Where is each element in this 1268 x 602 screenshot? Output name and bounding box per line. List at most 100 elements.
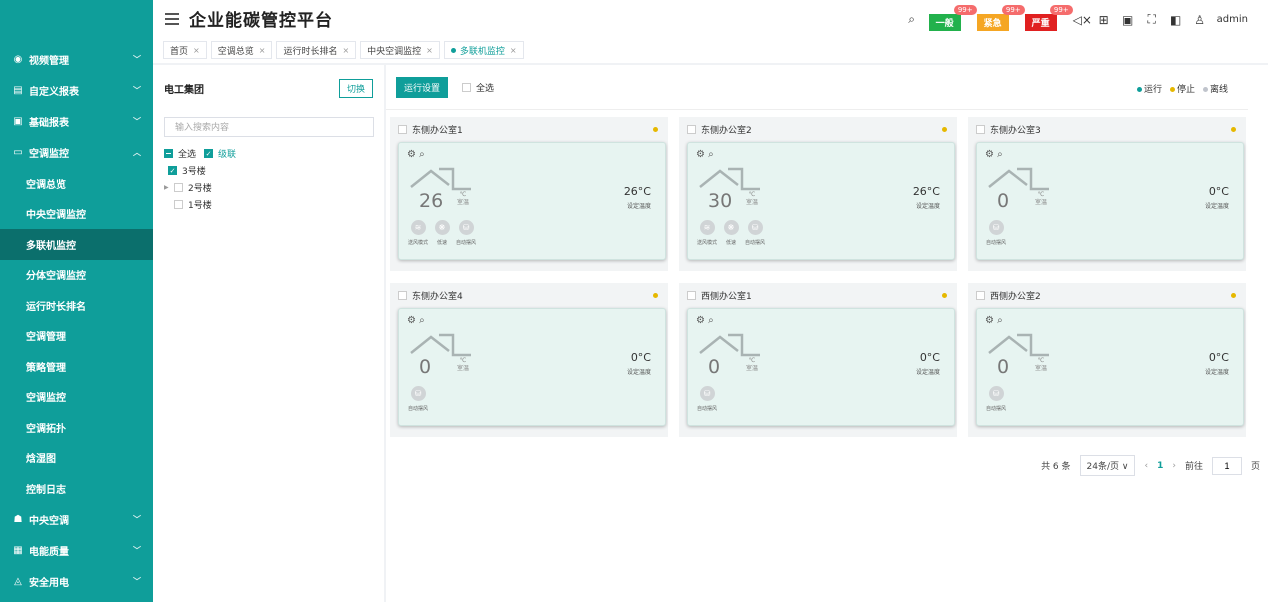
search-icon[interactable]: ⌕ [997,315,1003,326]
page-size-select[interactable]: 24条/页 ∨ [1079,455,1136,476]
sidebar-sub-vrf-monitor[interactable]: 多联机监控 [0,229,153,260]
search-icon[interactable]: ⌕ [708,149,714,160]
tab-central-ac-monitor[interactable]: 中央空调监控 × [360,41,440,59]
device-card-body: ⚙ ⌕ 0 ℃ 室温 0°C 设定温度 ⛁ 自动摆风 [976,142,1244,260]
search-icon[interactable]: ⌕ [905,12,919,27]
run-settings-button[interactable]: 运行设置 [396,76,449,98]
tab-home[interactable]: 首页 × [163,41,207,59]
sidebar-item-ac-monitor[interactable]: ▭ 空调监控 ︿ [0,137,153,168]
alarm-urgent-badge[interactable]: 紧急 99+ [976,5,1025,31]
language-icon[interactable]: ◧ [1169,13,1183,27]
prev-page-icon[interactable]: ‹ [1144,461,1148,471]
close-icon[interactable]: × [193,46,200,55]
cascade-checkbox[interactable]: ✓ [204,149,214,158]
tab-vrf-monitor[interactable]: 多联机监控 × [443,41,524,59]
tab-ac-overview[interactable]: 空调总览 × [210,41,273,59]
sidebar-sub-strategy[interactable]: 策略管理 [0,351,153,382]
close-icon[interactable]: × [426,46,433,55]
settings-icon[interactable]: ⚙ [696,315,705,326]
room-temp-unit: ℃ 室温 [457,357,470,372]
report-icon: ▤ [13,85,23,96]
switch-button[interactable]: 切换 [338,78,373,98]
expand-icon[interactable]: ▶ [164,184,174,191]
select-all-devices[interactable]: 全选 [462,81,494,94]
chevron-down-icon: ﹀ [133,576,141,586]
device-checkbox[interactable] [976,290,985,300]
sidebar-item-power-quality[interactable]: ▦ 电能质量 ﹀ [0,535,153,566]
tree-node[interactable]: 1号楼 [164,196,373,213]
settings-icon[interactable]: ⚙ [696,149,705,160]
set-temperature-label: 设定温度 [915,203,940,210]
sidebar-sub-ac-management[interactable]: 空调管理 [0,321,153,352]
device-card[interactable]: 东侧办公室3 ⚙ ⌕ 0 ℃ 室温 0°C 设定温度 ⛁ 自动摆风 [968,117,1246,271]
close-icon[interactable]: × [259,46,266,55]
search-icon[interactable]: ⌕ [708,315,714,326]
sidebar-sub-control-log[interactable]: 控制日志 [0,473,153,504]
grid-icon[interactable]: ⊞ [1097,13,1111,27]
tree-node-checkbox[interactable] [174,200,183,209]
sidebar-sub-ac-topology[interactable]: 空调拓扑 [0,412,153,443]
tree-node-checkbox[interactable]: ✓ [168,166,177,175]
device-card[interactable]: 西侧办公室2 ⚙ ⌕ 0 ℃ 室温 0°C 设定温度 ⛁ 自动摆风 [968,283,1246,437]
dashboard-icon[interactable]: ▣ [1121,13,1135,27]
settings-icon[interactable]: ⚙ [407,149,416,160]
search-icon[interactable]: ⌕ [997,149,1003,160]
sidebar-item-safety[interactable]: ◬ 安全用电 ﹀ [0,566,153,597]
device-card[interactable]: 西侧办公室1 ⚙ ⌕ 0 ℃ 室温 0°C 设定温度 ⛁ 自动摆风 [679,283,957,437]
mode-list: ⛁ 自动摆风 [986,386,1006,412]
device-card-header: 东侧办公室4 [390,283,668,307]
fullscreen-icon[interactable]: ⛶ [1145,12,1159,27]
device-checkbox[interactable] [976,124,985,134]
mute-icon[interactable]: ◁× [1073,13,1092,27]
tab-runtime-ranking[interactable]: 运行时长排名 × [276,41,357,59]
sidebar-item-custom-report[interactable]: ▤ 自定义报表 ﹀ [0,75,153,106]
sidebar-sub-central-ac-monitor[interactable]: 中央空调监控 [0,199,153,230]
sidebar-item-video[interactable]: ◉ 视频管理 ﹀ [0,44,153,75]
search-icon[interactable]: ⌕ [419,315,425,326]
header: 企业能碳管控平台 ⌕ 一般 99+ 紧急 99+ 严重 99+ ◁× ⊞ ▣ ⛶ ◧ … [153,0,1268,37]
settings-icon[interactable]: ⚙ [985,315,994,326]
settings-icon[interactable]: ⚙ [985,149,994,160]
cascade-toggle[interactable]: ✓ 级联 [204,147,236,160]
skin-icon[interactable]: ♙ [1193,13,1207,27]
device-checkbox[interactable] [398,124,407,134]
menu-toggle-icon[interactable] [165,12,179,25]
device-checkbox[interactable] [398,290,407,300]
legend-stopped: 停止 [1169,82,1195,95]
device-card[interactable]: 东侧办公室1 ⚙ ⌕ 26 ℃ 室温 26°C 设定温度 ≋ 送风模式 ❋ 低速 … [390,117,668,271]
tree-node-checkbox[interactable] [174,183,183,192]
alarm-severe-badge[interactable]: 严重 99+ [1024,5,1073,31]
status-dot [942,293,947,298]
tree-node[interactable]: ▶ 2号楼 [164,179,373,196]
select-all-devices-checkbox[interactable] [462,82,472,92]
search-input[interactable] [164,117,374,137]
page-number[interactable]: 1 [1157,461,1163,471]
select-all-checkbox[interactable] [164,149,173,158]
device-card[interactable]: 东侧办公室2 ⚙ ⌕ 30 ℃ 室温 26°C 设定温度 ≋ 送风模式 ❋ 低速 … [679,117,957,271]
sidebar-sub-psychrometric[interactable]: 焓湿图 [0,443,153,474]
sidebar-sub-runtime-ranking[interactable]: 运行时长排名 [0,290,153,321]
settings-icon[interactable]: ⚙ [407,315,416,326]
next-page-icon[interactable]: › [1172,461,1176,471]
room-temperature: 0 [997,356,1010,378]
sidebar-item-central-ac[interactable]: ☗ 中央空调 ﹀ [0,504,153,535]
goto-page-input[interactable] [1211,456,1242,475]
alarm-general-badge[interactable]: 一般 99+ [928,5,977,31]
tree-node[interactable]: ✓ 3号楼 [164,162,373,179]
auto-swing-icon: ⛁ [747,220,763,235]
device-name: 西侧办公室1 [701,291,752,302]
device-checkbox[interactable] [687,290,696,300]
user-name[interactable]: admin [1217,14,1248,25]
sidebar-sub-ac-overview[interactable]: 空调总览 [0,168,153,199]
close-icon[interactable]: × [510,46,517,55]
search-icon[interactable]: ⌕ [419,149,425,160]
sidebar-sub-ac-control[interactable]: 空调监控 [0,382,153,413]
sidebar-item-basic-report[interactable]: ▣ 基础报表 ﹀ [0,106,153,137]
mode-list: ≋ 送风模式 ❋ 低速 ⛁ 自动摆风 [697,220,765,246]
auto-swing-icon: ⛁ [988,220,1004,235]
sidebar-sub-split-ac-monitor[interactable]: 分体空调监控 [0,260,153,291]
close-icon[interactable]: × [342,46,349,55]
room-temperature: 30 [708,190,733,212]
device-card[interactable]: 东侧办公室4 ⚙ ⌕ 0 ℃ 室温 0°C 设定温度 ⛁ 自动摆风 [390,283,668,437]
device-checkbox[interactable] [687,124,696,134]
